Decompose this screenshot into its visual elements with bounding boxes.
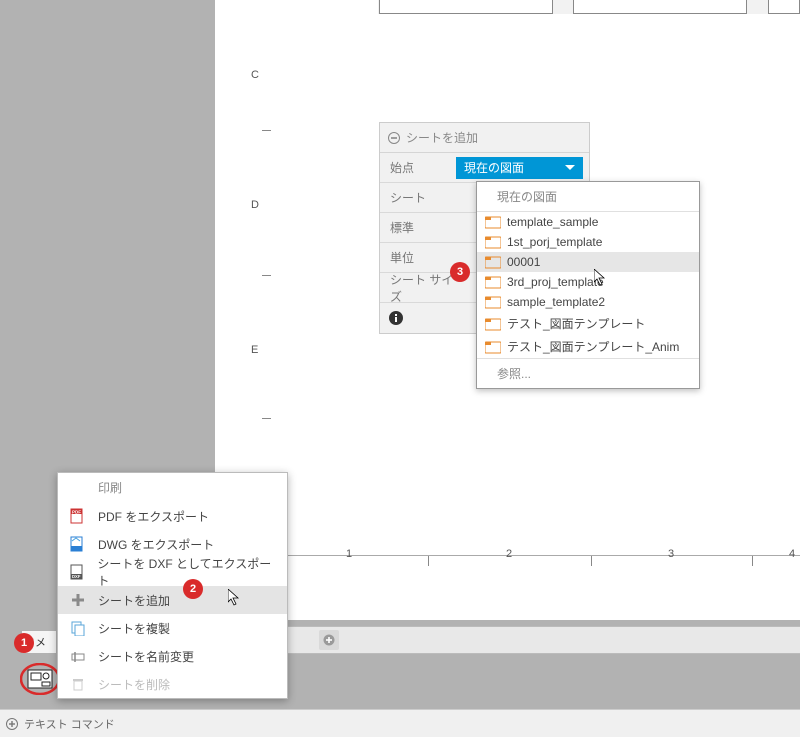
duplicate-icon <box>68 620 88 636</box>
info-icon <box>388 310 404 326</box>
annotation-badge-1: 1 <box>14 633 34 653</box>
canvas-top-cell <box>379 0 553 14</box>
row-tick <box>262 275 271 276</box>
rename-icon <box>68 648 88 664</box>
dropdown-item[interactable]: 00001 <box>477 252 699 272</box>
panel-header[interactable]: シートを追加 <box>380 123 589 153</box>
template-icon <box>485 215 501 229</box>
row-tick <box>262 418 271 419</box>
chevron-down-icon <box>565 165 575 170</box>
dropdown-item-label: テスト_図面テンプレート_Anim <box>507 338 679 355</box>
origin-selected-value: 現在の図面 <box>464 159 524 176</box>
sheet-context-menu: 印刷 PDF PDF をエクスポート DWG をエクスポート DXF シートを … <box>57 472 288 699</box>
template-icon <box>485 317 501 331</box>
template-icon <box>485 340 501 354</box>
dropdown-item[interactable]: template_sample <box>477 212 699 232</box>
ctx-duplicate-sheet[interactable]: シートを複製 <box>58 614 287 642</box>
dropdown-item-label: 1st_porj_template <box>507 235 602 249</box>
dropdown-item-label: 3rd_proj_template <box>507 275 604 289</box>
ctx-label: シートを削除 <box>98 676 170 693</box>
ctx-export-pdf[interactable]: PDF PDF をエクスポート <box>58 502 287 530</box>
ctx-label: シートを追加 <box>98 592 170 609</box>
dropdown-item-label: 00001 <box>507 255 540 269</box>
row-label-d: D <box>251 199 259 211</box>
ctx-head-print: 印刷 <box>58 473 287 502</box>
col-label-1: 1 <box>346 548 352 560</box>
add-sheet-tab-button[interactable] <box>319 630 339 650</box>
sheet-thumbnail-button[interactable] <box>20 663 60 695</box>
ctx-export-dwg[interactable]: DWG をエクスポート <box>58 530 287 558</box>
row-tick <box>262 130 271 131</box>
dropdown-item-label: template_sample <box>507 215 598 229</box>
annotation-badge-2: 2 <box>183 579 203 599</box>
svg-text:PDF: PDF <box>72 510 81 515</box>
label-standard: 標準 <box>380 219 456 236</box>
label-origin: 始点 <box>380 159 456 176</box>
col-tick <box>591 556 592 566</box>
dropdown-item[interactable]: テスト_図面テンプレート <box>477 312 699 335</box>
ctx-add-sheet[interactable]: シートを追加 <box>58 586 287 614</box>
plus-icon <box>68 592 88 608</box>
dropdown-item-label: テスト_図面テンプレート <box>507 315 645 332</box>
collapse-icon <box>388 132 400 144</box>
row-label-e: E <box>251 344 258 356</box>
canvas-top-cell <box>573 0 747 14</box>
ctx-rename-sheet[interactable]: シートを名前変更 <box>58 642 287 670</box>
label-unit: 単位 <box>380 249 456 266</box>
dropdown-item[interactable]: テスト_図面テンプレート_Anim <box>477 335 699 358</box>
ctx-delete-sheet: シートを削除 <box>58 670 287 698</box>
dropdown-item[interactable]: sample_template2 <box>477 292 699 312</box>
template-icon <box>485 255 501 269</box>
origin-dropdown: 現在の図面 template_sample 1st_porj_template … <box>476 181 700 389</box>
col-tick <box>752 556 753 566</box>
ctx-label: シートを複製 <box>98 620 170 637</box>
status-bar: テキスト コマンド <box>0 709 800 737</box>
plus-circle-icon[interactable] <box>6 718 18 730</box>
col-tick <box>428 556 429 566</box>
col-label-2: 2 <box>506 548 512 560</box>
dropdown-item[interactable]: 1st_porj_template <box>477 232 699 252</box>
template-icon <box>485 295 501 309</box>
template-icon <box>485 275 501 289</box>
status-text: テキスト コマンド <box>24 716 115 732</box>
annotation-badge-3: 3 <box>450 262 470 282</box>
template-icon <box>485 235 501 249</box>
pdf-icon: PDF <box>68 507 88 525</box>
ctx-label: シートを名前変更 <box>98 648 194 665</box>
canvas-top-cell <box>768 0 800 14</box>
panel-row-origin: 始点 現在の図面 <box>380 153 589 183</box>
origin-select[interactable]: 現在の図面 <box>456 157 583 179</box>
dropdown-item-label: sample_template2 <box>507 295 605 309</box>
dropdown-browse[interactable]: 参照... <box>477 358 699 388</box>
dropdown-item[interactable]: 3rd_proj_template <box>477 272 699 292</box>
svg-text:DXF: DXF <box>72 574 81 579</box>
dxf-icon: DXF <box>68 563 87 581</box>
ctx-label: PDF をエクスポート <box>98 508 209 525</box>
dropdown-head[interactable]: 現在の図面 <box>477 182 699 212</box>
ctx-label: DWG をエクスポート <box>98 536 214 553</box>
col-label-4: 4 <box>789 548 795 560</box>
plus-icon <box>323 634 335 646</box>
trash-icon <box>68 676 88 692</box>
col-label-3: 3 <box>668 548 674 560</box>
dwg-icon <box>68 535 88 553</box>
label-sheet: シート <box>380 189 456 206</box>
row-label-c: C <box>251 69 259 81</box>
panel-title: シートを追加 <box>406 129 478 146</box>
ctx-export-dxf[interactable]: DXF シートを DXF としてエクスポート <box>58 558 287 586</box>
